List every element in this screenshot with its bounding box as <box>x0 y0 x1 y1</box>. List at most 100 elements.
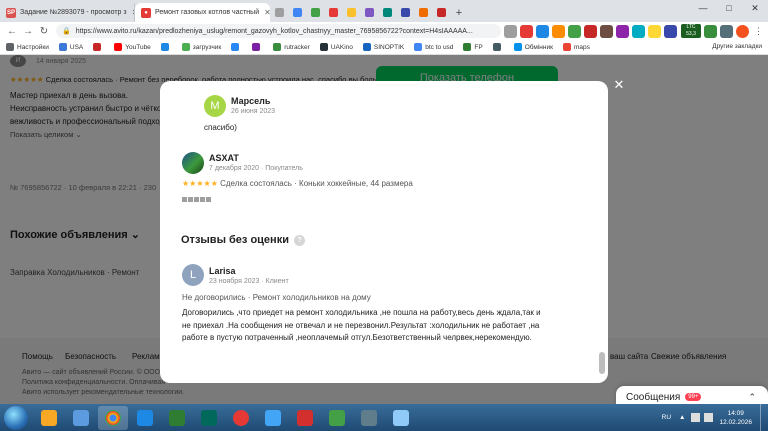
bookmark-item[interactable] <box>160 43 172 51</box>
maximize-icon[interactable]: □ <box>716 0 742 16</box>
bookmark-item[interactable]: YouTube <box>114 43 151 51</box>
bookmark-item[interactable] <box>252 43 263 51</box>
tab-avito[interactable]: ● Ремонт газовых котлов частный ✕ <box>135 3 270 22</box>
google-icon <box>414 43 423 51</box>
puzzle-icon[interactable] <box>720 24 733 38</box>
extension-icon[interactable] <box>568 24 581 38</box>
taskbar-app[interactable] <box>194 406 224 430</box>
star-icon[interactable] <box>504 24 517 38</box>
explorer-icon <box>41 409 57 426</box>
bookmark-item[interactable]: rutracker <box>273 43 310 51</box>
volume-icon[interactable] <box>704 413 714 422</box>
modal-scrollbar-thumb[interactable] <box>599 352 605 374</box>
page-icon <box>400 8 410 17</box>
taskbar-app[interactable] <box>258 406 288 430</box>
minimize-icon[interactable]: — <box>690 0 716 16</box>
back-icon[interactable]: ← <box>4 23 20 39</box>
ltc-label: LTC <box>686 24 696 30</box>
extension-icon[interactable] <box>648 24 661 38</box>
taskbar-app-chrome[interactable] <box>98 405 128 430</box>
image-icon[interactable] <box>200 197 205 202</box>
bookmark-item[interactable]: USA <box>58 43 83 51</box>
page-icon <box>310 8 320 17</box>
taskbar-app[interactable] <box>66 406 96 430</box>
chevron-up-icon[interactable]: ⌃ <box>748 392 756 403</box>
reviewer-name: Марсель <box>231 96 271 106</box>
extension-icon[interactable] <box>704 24 717 38</box>
image-icon[interactable] <box>182 197 187 202</box>
bookmark-item[interactable] <box>231 43 242 51</box>
tab-mini-7[interactable] <box>378 3 396 22</box>
tab-task[interactable]: SP Задание №2893079 - просмотр з ✕ <box>0 3 135 22</box>
tab-mini-4[interactable] <box>324 3 342 22</box>
new-tab-button[interactable]: + <box>450 3 468 22</box>
bookmark-item[interactable]: SINOPTIK <box>362 43 404 51</box>
tab-mini-2[interactable] <box>288 3 306 22</box>
show-desktop-button[interactable] <box>760 404 768 431</box>
image-icon[interactable] <box>206 197 211 202</box>
language-indicator[interactable]: RU <box>662 414 671 421</box>
extension-icon[interactable] <box>520 24 533 38</box>
review-deal: Сделка состоялась · Коньки хоккейные, 44… <box>220 179 413 188</box>
extension-icon[interactable] <box>632 24 645 38</box>
extension-icon[interactable] <box>616 24 629 38</box>
bookmark-item[interactable]: Настройки <box>6 43 49 51</box>
clock[interactable]: 14:09 12.02.2026 <box>719 409 752 427</box>
tab-mini-8[interactable] <box>396 3 414 22</box>
extension-icon[interactable] <box>584 24 597 38</box>
avatar-icon[interactable] <box>736 24 749 38</box>
window-close-icon[interactable]: ✕ <box>742 0 768 16</box>
bookmark-item[interactable]: Обмінник <box>513 43 553 51</box>
reload-icon[interactable]: ↻ <box>36 23 52 39</box>
extension-icon[interactable] <box>664 24 677 38</box>
bookmark-item[interactable] <box>492 43 504 51</box>
network-icon[interactable] <box>691 413 701 422</box>
bookmark-item[interactable]: FP <box>463 43 483 51</box>
forward-icon[interactable]: → <box>20 23 36 39</box>
other-bookmarks[interactable]: Другие закладки <box>712 43 762 50</box>
lock-icon: 🔒 <box>62 28 71 35</box>
extension-icon[interactable] <box>536 24 549 38</box>
page-icon <box>274 8 284 17</box>
tab-mini-1[interactable] <box>270 3 288 22</box>
youtube-icon <box>114 43 123 51</box>
taskbar-app[interactable] <box>290 406 320 430</box>
bookmark-item[interactable]: загрузчик <box>181 43 221 51</box>
taskbar-app[interactable] <box>226 406 256 430</box>
ltc-value: 53,3 <box>686 31 696 37</box>
bookmark-item[interactable]: UAKino <box>319 43 353 51</box>
start-button[interactable] <box>4 405 28 430</box>
help-icon[interactable]: ? <box>293 235 305 246</box>
url-input[interactable]: 🔒 https://www.avito.ru/kazan/predlozheni… <box>56 24 501 38</box>
tray-arrow-icon[interactable]: ▲ <box>679 414 685 421</box>
menu-icon[interactable]: ⋮ <box>754 26 763 37</box>
image-icon[interactable] <box>194 197 199 202</box>
taskbar-app[interactable] <box>322 406 352 430</box>
close-icon[interactable]: ✕ <box>612 77 626 92</box>
taskbar-app[interactable] <box>162 406 192 430</box>
bookmark-item[interactable] <box>93 43 104 51</box>
tab-task-label: Задание №2893079 - просмотр з <box>20 9 127 16</box>
page-icon <box>418 8 428 17</box>
tab-mini-3[interactable] <box>306 3 324 22</box>
taskbar-app[interactable] <box>354 406 384 430</box>
bookmark-item[interactable]: btc to usd <box>414 43 453 51</box>
taskbar-app[interactable] <box>386 406 416 430</box>
ltc-price-widget[interactable]: LTC 53,3 <box>681 24 701 38</box>
modal-scrollbar[interactable] <box>599 92 605 377</box>
tab-mini-9[interactable] <box>414 3 432 22</box>
tab-avito-label: Ремонт газовых котлов частный <box>155 9 260 16</box>
bookmark-item[interactable]: maps <box>562 43 590 51</box>
taskbar-app[interactable] <box>34 406 64 430</box>
app-icon <box>361 409 377 426</box>
taskbar-app[interactable] <box>130 406 160 430</box>
image-icon[interactable] <box>188 197 193 202</box>
star-icon: ★★★★★ <box>182 179 218 188</box>
tab-mini-10[interactable] <box>432 3 450 22</box>
extension-icon[interactable] <box>552 24 565 38</box>
tab-mini-5[interactable] <box>342 3 360 22</box>
tab-mini-6[interactable] <box>360 3 378 22</box>
sp-icon: SP <box>6 7 16 18</box>
extension-icon[interactable] <box>600 24 613 38</box>
rutracker-icon <box>273 43 282 51</box>
